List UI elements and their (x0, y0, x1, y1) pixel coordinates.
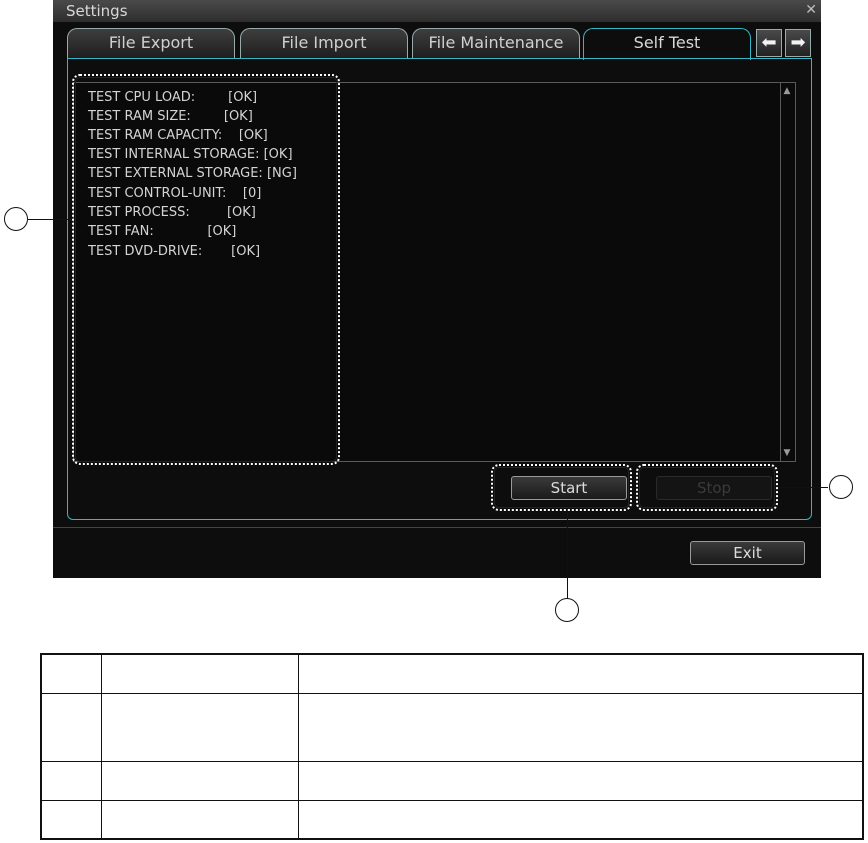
table-column-divider (298, 655, 299, 838)
callout-frame-stop (636, 464, 778, 511)
title-bar: Settings ✕ (53, 0, 821, 22)
legend-table (40, 653, 864, 840)
callout-marker (555, 598, 579, 622)
callout-leader (778, 487, 828, 488)
window-title: Settings (66, 2, 128, 20)
table-column-divider (101, 655, 102, 838)
scroll-top-icon[interactable]: ▲ (782, 86, 792, 96)
tab-file-export[interactable]: File Export (67, 28, 235, 59)
table-row-divider (42, 761, 862, 762)
tab-self-test[interactable]: Self Test (583, 28, 751, 60)
arrow-left-icon[interactable]: ⬅ (756, 29, 782, 57)
callout-marker (829, 475, 853, 499)
close-icon[interactable]: ✕ (805, 1, 817, 19)
table-row-divider (42, 693, 862, 694)
callout-frame-start (491, 464, 632, 511)
callout-leader (28, 219, 72, 220)
exit-button[interactable]: Exit (690, 541, 805, 565)
scroll-bottom-icon[interactable]: ▼ (782, 448, 792, 458)
tab-file-import[interactable]: File Import (240, 28, 408, 59)
table-row-divider (42, 800, 862, 801)
tab-file-maintenance[interactable]: File Maintenance (412, 28, 580, 59)
callout-frame-results (72, 74, 340, 465)
callout-leader (567, 511, 568, 599)
callout-marker (4, 207, 28, 231)
results-scrollbar[interactable] (780, 83, 794, 461)
footer-divider (53, 527, 821, 528)
arrow-right-icon[interactable]: ➡ (785, 29, 811, 57)
